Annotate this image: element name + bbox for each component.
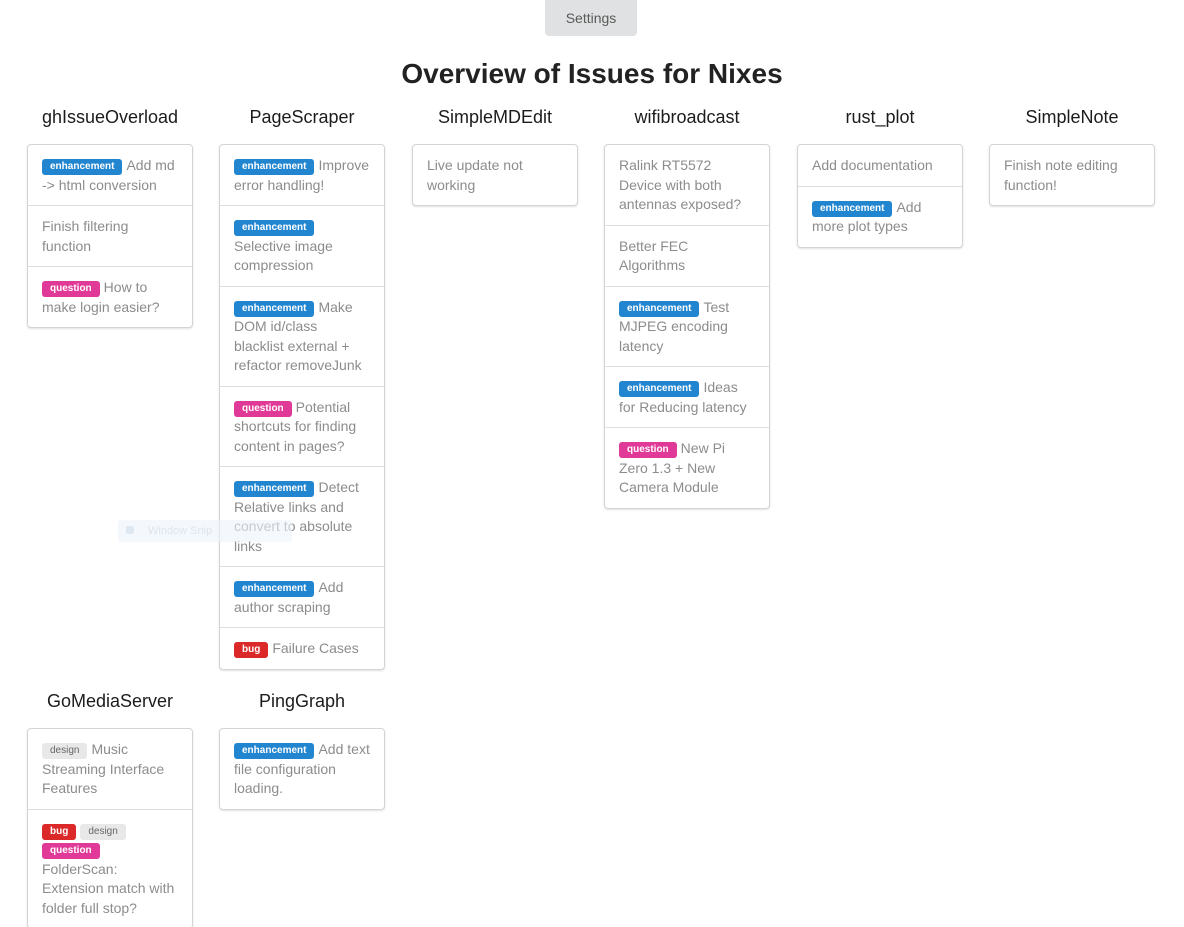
issue-title: Finish filtering function bbox=[42, 218, 129, 254]
repo-column-pinggraph: PingGraph enhancement Add text file confi… bbox=[219, 688, 385, 810]
label-badge[interactable]: enhancement bbox=[812, 200, 893, 217]
label-badge[interactable]: question bbox=[619, 442, 677, 458]
issue-item[interactable]: Live update not working bbox=[413, 145, 577, 205]
label-badge[interactable]: question bbox=[42, 281, 100, 297]
issue-list: Finish note editing function! bbox=[989, 144, 1155, 206]
label-badge[interactable]: enhancement bbox=[234, 300, 315, 317]
issue-title: Finish note editing function! bbox=[1004, 157, 1118, 193]
issue-item[interactable]: Finish filtering function bbox=[28, 205, 192, 266]
issue-list: design Music Streaming Interface Features… bbox=[27, 728, 193, 927]
repo-name: ghIssueOverload bbox=[41, 107, 179, 127]
issue-item[interactable]: Ralink RT5572 Device with both antennas … bbox=[605, 145, 769, 225]
issue-title: Failure Cases bbox=[272, 640, 359, 656]
label-badge[interactable]: enhancement bbox=[234, 159, 315, 175]
label-badge[interactable]: enhancement bbox=[234, 481, 315, 497]
issue-item[interactable]: enhancement Improve error handling! bbox=[220, 145, 384, 205]
label-badge[interactable]: enhancement bbox=[619, 381, 700, 397]
label-badge[interactable]: enhancement bbox=[234, 581, 315, 597]
issue-item[interactable]: enhancement Add text file configuration l… bbox=[220, 729, 384, 809]
issue-item[interactable]: Add documentation bbox=[798, 145, 962, 186]
label-badge[interactable]: question bbox=[234, 400, 292, 417]
issue-item[interactable]: question New Pi Zero 1.3 + New Camera Mod… bbox=[605, 427, 769, 508]
issue-list: enhancement Add text file configuration l… bbox=[219, 728, 385, 810]
label-badge[interactable]: enhancement bbox=[234, 220, 315, 236]
issue-item[interactable]: Better FEC Algorithms bbox=[605, 224, 769, 286]
page-title: Overview of Issues for Nixes bbox=[401, 58, 783, 89]
issue-item[interactable]: enhancement Add more plot types bbox=[798, 185, 962, 247]
issue-title: FolderScan: Extension match with folder … bbox=[42, 860, 175, 916]
issue-item[interactable]: bug design questionFolderScan: Extension m… bbox=[28, 808, 192, 927]
label-badge[interactable]: enhancement bbox=[42, 159, 123, 175]
issue-item[interactable]: enhancement Detect Relative links and con… bbox=[220, 466, 384, 566]
issue-list: Add documentation enhancement Add more pl… bbox=[797, 144, 963, 248]
snip-toast: Window Snip bbox=[118, 520, 292, 542]
label-badge[interactable]: bug bbox=[42, 823, 77, 840]
repo-column-ghissueoverload: ghIssueOverload enhancement Add md -> htm… bbox=[27, 104, 193, 328]
repo-name: wifibroadcast bbox=[634, 107, 740, 127]
issue-title: Ralink RT5572 Device with both antennas … bbox=[619, 157, 742, 212]
settings-button[interactable]: Settings bbox=[545, 0, 637, 36]
issue-item[interactable]: question How to make login easier? bbox=[28, 266, 192, 327]
issue-item[interactable]: enhancement Ideas for Reducing latency bbox=[605, 366, 769, 427]
issue-title: Selective image compression bbox=[234, 237, 333, 274]
repo-column-simplenote: SimpleNote Finish note editing function! bbox=[989, 104, 1155, 206]
repo-column-pagescraper: PageScraper enhancement Improve error han… bbox=[219, 104, 385, 670]
issues-overview-page: Settings Overview of Issues for Nixes gh… bbox=[0, 0, 1184, 927]
issue-item[interactable]: bug Failure Cases bbox=[220, 627, 384, 669]
issue-item[interactable]: enhancement Add author scraping bbox=[220, 566, 384, 627]
issue-list: Live update not working bbox=[412, 144, 578, 206]
repo-column-rust-plot: rust_plot Add documentation enhancement A… bbox=[797, 104, 963, 248]
label-badge[interactable]: enhancement bbox=[619, 300, 700, 317]
issue-item[interactable]: Finish note editing function! bbox=[990, 145, 1154, 205]
issue-item[interactable]: design Music Streaming Interface Features bbox=[28, 729, 192, 809]
repo-column-wifibroadcast: wifibroadcast Ralink RT5572 Device with … bbox=[604, 104, 770, 509]
issue-title: Add documentation bbox=[812, 157, 933, 173]
label-badge[interactable]: bug bbox=[234, 642, 269, 658]
repo-name: SimpleNote bbox=[1025, 107, 1119, 127]
issue-title: Live update not working bbox=[427, 157, 523, 193]
issue-item[interactable]: enhancement Make DOM id/class blacklist e… bbox=[220, 285, 384, 386]
snip-icon bbox=[126, 526, 134, 534]
repo-name: rust_plot bbox=[845, 107, 915, 127]
repo-column-gomediaserver: GoMediaServer design Music Streaming Inte… bbox=[27, 688, 193, 927]
issue-item[interactable]: question Potential shortcuts for finding … bbox=[220, 385, 384, 467]
label-badge[interactable]: enhancement bbox=[234, 743, 315, 759]
label-badge[interactable]: design bbox=[42, 743, 88, 759]
issue-list: Ralink RT5572 Device with both antennas … bbox=[604, 144, 770, 509]
repo-name: SimpleMDEdit bbox=[437, 107, 553, 127]
snip-toast-text: Window Snip bbox=[148, 525, 213, 537]
issue-item[interactable]: enhancement Test MJPEG encoding latency bbox=[605, 285, 769, 367]
repo-name: PageScraper bbox=[249, 107, 355, 127]
label-badge[interactable]: design bbox=[80, 823, 126, 840]
issue-item[interactable]: enhancement Selective image compression bbox=[220, 205, 384, 286]
repo-name: GoMediaServer bbox=[46, 691, 174, 711]
issue-list: enhancement Improve error handling! enhan… bbox=[219, 144, 385, 670]
label-badge[interactable]: question bbox=[42, 843, 100, 859]
issue-title: Better FEC Algorithms bbox=[619, 237, 689, 274]
repo-name: PingGraph bbox=[258, 691, 346, 711]
repo-column-simplemdedit: SimpleMDEdit Live update not working bbox=[412, 104, 578, 206]
issue-list: enhancement Add md -> html conversion Fin… bbox=[27, 144, 193, 328]
issue-item[interactable]: enhancement Add md -> html conversion bbox=[28, 145, 192, 205]
